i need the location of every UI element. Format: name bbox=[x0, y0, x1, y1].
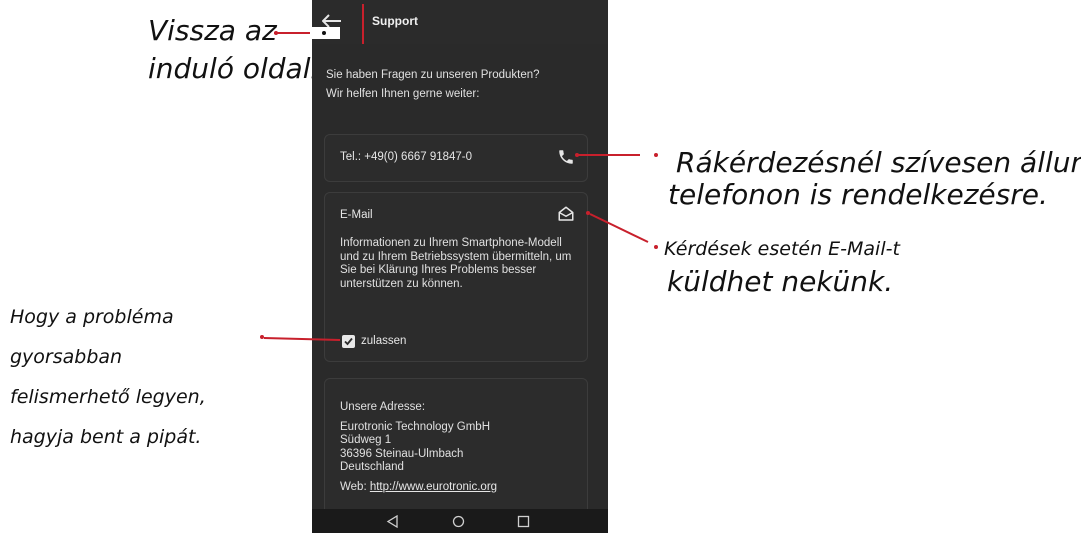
nav-back-icon[interactable] bbox=[386, 515, 399, 528]
annotation-back-line2: induló oldalra bbox=[148, 52, 340, 85]
web-label: Web: bbox=[340, 480, 367, 493]
annotation-check-line4: hagyja bent a pipát. bbox=[10, 426, 202, 448]
consent-label[interactable]: zulassen bbox=[361, 335, 406, 347]
consent-checkbox-row[interactable]: zulassen bbox=[342, 333, 406, 349]
envelope-open-icon[interactable] bbox=[557, 205, 575, 223]
consent-checkbox[interactable] bbox=[342, 334, 355, 348]
system-nav-bar bbox=[312, 509, 608, 533]
address-company: Eurotronic Technology GmbH bbox=[340, 420, 490, 433]
address-web-row: Web: http://www.eurotronic.org bbox=[340, 481, 580, 495]
address-country: Deutschland bbox=[340, 461, 404, 473]
page-title: Support bbox=[372, 14, 418, 28]
annotation-mail-line2: küldhet nekünk. bbox=[667, 265, 894, 298]
phone-number[interactable]: Tel.: +49(0) 6667 91847-0 bbox=[340, 151, 472, 163]
web-link[interactable]: http://www.eurotronic.org bbox=[370, 481, 497, 493]
address-block: Unsere Adresse: Eurotronic Technology Gm… bbox=[340, 401, 580, 494]
back-button[interactable] bbox=[312, 0, 364, 44]
address-street: Südweg 1 bbox=[340, 434, 392, 446]
check-icon bbox=[344, 337, 353, 345]
email-description: Informationen zu Ihrem Smartphone-Modell… bbox=[340, 237, 572, 290]
callout-dot-check bbox=[260, 335, 264, 339]
callout-dot-mail-end bbox=[654, 245, 658, 249]
email-card[interactable]: E-Mail Informationen zu Ihrem Smartphone… bbox=[324, 192, 588, 362]
phone-icon[interactable] bbox=[557, 148, 575, 166]
phone-card[interactable]: Tel.: +49(0) 6667 91847-0 bbox=[324, 134, 588, 182]
address-heading: Unsere Adresse: bbox=[340, 401, 426, 413]
annotation-phone-line1: Rákérdezésnél szívesen állunk bbox=[676, 146, 1081, 179]
arrow-left-icon bbox=[322, 14, 341, 28]
nav-recent-icon[interactable] bbox=[517, 515, 530, 528]
intro-line2: Wir helfen Ihnen gerne weiter: bbox=[326, 88, 480, 100]
appbar-divider bbox=[362, 4, 364, 44]
annotation-phone-line2: telefonon is rendelkezésre. bbox=[668, 178, 1048, 211]
nav-home-icon[interactable] bbox=[452, 515, 465, 528]
intro-line1: Sie haben Fragen zu unseren Produkten? bbox=[326, 69, 540, 81]
annotation-check-line1: Hogy a probléma bbox=[10, 306, 174, 328]
annotation-back-line1: Vissza az bbox=[148, 14, 277, 47]
annotation-check-line3: felismerhető legyen, bbox=[10, 386, 206, 408]
address-city: 36396 Steinau-Ulmbach bbox=[340, 447, 464, 460]
phone-screen: Support Sie haben Fragen zu unseren Prod… bbox=[312, 0, 608, 533]
annotation-check-line2: gyorsabban bbox=[10, 346, 123, 368]
annotation-mail-line1: Kérdések esetén E-Mail-t bbox=[664, 238, 900, 260]
email-title: E-Mail bbox=[340, 209, 373, 221]
app-bar: Support bbox=[312, 0, 608, 44]
intro-text: Sie haben Fragen zu unseren Produkten? W… bbox=[326, 68, 596, 101]
callout-dot-phone-end bbox=[654, 153, 658, 157]
